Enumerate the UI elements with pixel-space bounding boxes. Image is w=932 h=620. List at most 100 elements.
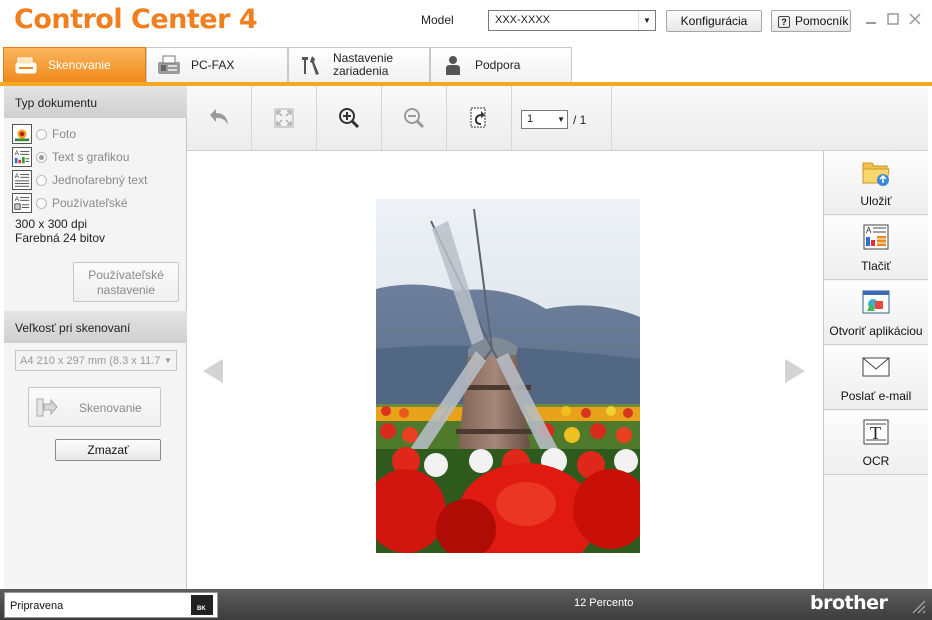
text-graphics-doc-icon: A [12,147,32,167]
print-button[interactable]: A Tlačiť [824,216,928,280]
doc-type-custom[interactable]: A Používateľské [12,193,182,215]
doc-type-mono-text[interactable]: A Jednofarebný text [12,170,182,192]
model-select[interactable]: XXX-XXXX ▼ [488,10,656,31]
scan-size-header: Veľkosť pri skenovaní [4,311,187,343]
page-total: / 1 [573,113,587,127]
preview-area [187,151,823,589]
scanned-image-windmill [376,199,640,553]
open-app-icon [862,290,890,314]
zoom-out-icon [404,108,425,129]
action-label: Uložiť [860,194,892,208]
save-folder-icon [862,162,890,186]
maximize-icon[interactable] [886,12,900,26]
fax-icon [158,55,180,74]
radio-text-graphics[interactable] [36,152,47,163]
scanner-icon [15,57,37,74]
doc-type-header: Typ dokumentu [4,86,187,118]
radio-label: Foto [52,127,77,141]
tools-icon [302,56,319,75]
action-label: Otvoriť aplikáciou [829,324,923,338]
fit-to-window-icon [274,108,294,128]
tab-scan[interactable]: Skenovanie [3,47,146,82]
radio-label: Jednofarebný text [52,173,148,187]
action-label: Tlačiť [861,259,891,273]
tab-bar: Skenovanie PC-FAX Nastavenie zariadenia … [0,44,932,86]
tab-label: Skenovanie [48,58,111,72]
svg-text:T: T [870,423,881,443]
zoom-out-button[interactable] [382,86,447,150]
resize-grip-icon[interactable] [910,598,926,614]
scan-button[interactable]: Skenovanie [28,387,161,427]
action-panel: Uložiť A Tlačiť Otvoriť aplikáciou Posla… [823,151,928,589]
tab-label: Nastavenie zariadenia [333,51,394,78]
doc-type-text-graphics[interactable]: A Text s grafikou [12,147,182,169]
left-panel: Typ dokumentu Foto A Text s grafikou A J… [4,86,187,589]
undo-button[interactable] [187,86,252,150]
config-button[interactable]: Konfigurácia [666,10,762,32]
app-title: Control Center 4 [14,4,258,35]
photo-doc-icon [12,124,32,144]
undo-icon [210,109,228,125]
scan-size-select[interactable]: A4 210 x 297 mm (8.3 x 11.7 ▼ [15,350,177,371]
toolbar-divider [611,86,612,150]
color-mode-text: Farebná 24 bitov [15,231,106,245]
tab-device-settings[interactable]: Nastavenie zariadenia [288,47,430,82]
resolution-text: 300 x 300 dpi [15,217,88,231]
scan-button-label: Skenovanie [79,401,142,415]
ink-level-icon[interactable] [191,595,213,615]
radio-label: Text s grafikou [52,150,130,164]
tab-label: PC-FAX [191,58,235,72]
model-value: XXX-XXXX [495,14,551,26]
fit-to-window-button[interactable] [252,86,317,150]
clear-button[interactable]: Zmazať [55,439,161,461]
ocr-button[interactable]: T OCR [824,411,928,475]
custom-doc-icon: A [12,193,32,213]
zoom-status: 12 Percento [574,597,634,609]
status-panel: Pripravena BK [4,592,218,618]
minimize-icon[interactable] [864,12,878,26]
status-bar: Pripravena BK 12 Percento brother [0,589,932,620]
person-icon [446,56,460,75]
radio-label: Používateľské [52,196,128,210]
help-button[interactable]: ? Pomocník [771,10,851,32]
page-current: 1 [527,113,534,125]
status-text: Pripravena [10,600,64,612]
close-icon[interactable] [908,12,922,26]
rotate-icon [470,107,486,128]
tab-support[interactable]: Podpora [430,47,572,82]
scan-size-value: A4 210 x 297 mm (8.3 x 11.7 [20,355,161,367]
radio-custom[interactable] [36,198,47,209]
question-icon: ? [778,16,790,28]
save-button[interactable]: Uložiť [824,151,928,215]
send-email-button[interactable]: Poslať e-mail [824,346,928,410]
chevron-down-icon: ▼ [160,351,176,370]
action-label: Poslať e-mail [840,389,912,403]
brother-logo: brother [810,592,888,614]
ink-label: BK [197,606,206,612]
mono-text-doc-icon: A [12,170,32,190]
next-page-icon[interactable] [785,359,805,383]
model-label: Model [421,13,454,27]
title-bar: Control Center 4 Model XXX-XXXX ▼ Konfig… [0,0,932,44]
svg-text:A: A [866,226,872,235]
help-label: Pomocník [795,14,849,28]
page-select[interactable]: 1 ▼ [521,110,568,129]
action-label: OCR [862,454,890,468]
email-icon [862,357,890,377]
radio-photo[interactable] [36,129,47,140]
scan-start-icon [36,398,58,417]
previous-page-icon[interactable] [203,359,223,383]
custom-settings-button[interactable]: Používateľské nastavenie [73,262,179,302]
open-with-app-button[interactable]: Otvoriť aplikáciou [824,281,928,345]
tab-pc-fax[interactable]: PC-FAX [146,47,288,82]
chevron-down-icon: ▼ [557,115,565,124]
preview-toolbar: 1 ▼ / 1 [187,86,928,151]
zoom-in-button[interactable] [317,86,382,150]
chevron-down-icon: ▼ [638,11,655,30]
doc-type-photo[interactable]: Foto [12,124,182,146]
print-icon: A [863,224,889,250]
tab-label: Podpora [475,58,521,72]
zoom-in-icon [339,108,360,129]
rotate-button[interactable] [447,86,512,150]
radio-mono-text[interactable] [36,175,47,186]
